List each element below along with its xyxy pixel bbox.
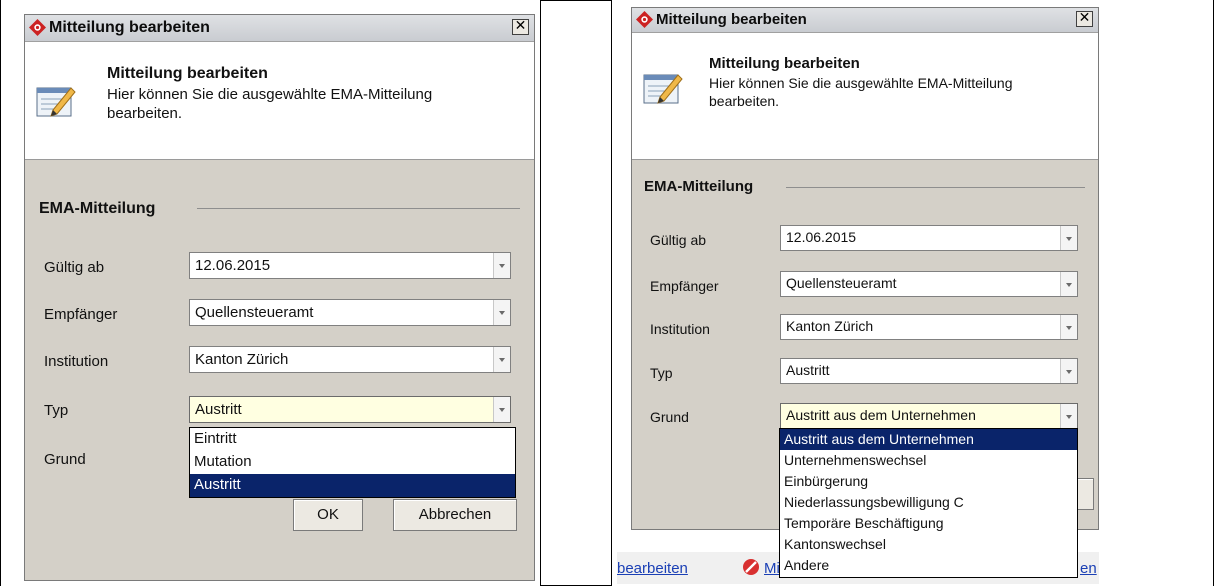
institution-label: Institution: [44, 353, 109, 370]
group-title: EMA-Mitteilung: [644, 178, 754, 195]
gueltig-ab-value: 12.06.2015: [195, 257, 271, 274]
close-icon: ✕: [514, 18, 527, 34]
typ-combo[interactable]: Austritt: [780, 358, 1078, 384]
empfaenger-combo[interactable]: Quellensteueramt: [780, 271, 1078, 297]
close-icon: ✕: [1078, 10, 1091, 26]
app-logo-icon: [29, 19, 46, 36]
header-panel: Mitteilung bearbeiten Hier können Sie di…: [25, 42, 534, 160]
dropdown-option-selected[interactable]: Austritt aus dem Unternehmen: [780, 429, 1077, 450]
dropdown-option[interactable]: Einbürgerung: [780, 471, 1077, 492]
header-description-line2: bearbeiten.: [107, 105, 183, 122]
chevron-down-icon[interactable]: [1060, 315, 1077, 339]
group-divider: [197, 208, 520, 209]
grund-label: Grund: [650, 409, 689, 425]
chevron-down-icon[interactable]: [1060, 226, 1077, 250]
close-button[interactable]: ✕: [512, 19, 529, 35]
institution-combo[interactable]: Kanton Zürich: [189, 346, 511, 373]
dropdown-option[interactable]: Andere: [780, 555, 1077, 576]
dropdown-option[interactable]: Unternehmenswechsel: [780, 450, 1077, 471]
group-divider: [786, 187, 1085, 188]
dropdown-option-selected[interactable]: Austritt: [190, 474, 515, 497]
close-button[interactable]: ✕: [1076, 11, 1093, 27]
edit-document-icon: [36, 87, 76, 117]
header-title: Mitteilung bearbeiten: [107, 65, 268, 82]
typ-value: Austritt: [786, 362, 830, 378]
dropdown-option[interactable]: Temporäre Beschäftigung: [780, 513, 1077, 534]
gueltig-ab-combo[interactable]: 12.06.2015: [780, 225, 1078, 251]
grund-value: Austritt aus dem Unternehmen: [786, 407, 976, 423]
empfaenger-combo[interactable]: Quellensteueramt: [189, 299, 511, 326]
chevron-down-icon[interactable]: [493, 397, 510, 422]
institution-value: Kanton Zürich: [786, 318, 874, 334]
grund-label: Grund: [44, 451, 86, 468]
group-title: EMA-Mitteilung: [39, 200, 156, 217]
gueltig-ab-value: 12.06.2015: [786, 229, 857, 245]
window-title: Mitteilung bearbeiten: [49, 19, 210, 36]
institution-combo[interactable]: Kanton Zürich: [780, 314, 1078, 340]
typ-dropdown-list: Eintritt Mutation Austritt: [189, 427, 516, 498]
gueltig-label: Gültig ab: [44, 259, 105, 276]
chevron-down-icon[interactable]: [1060, 404, 1077, 428]
empfaenger-value: Quellensteueramt: [195, 304, 314, 321]
right-titlebar[interactable]: Mitteilung bearbeiten ✕: [632, 8, 1098, 33]
gueltig-ab-combo[interactable]: 12.06.2015: [189, 252, 511, 279]
empfaenger-value: Quellensteueramt: [786, 275, 897, 291]
empfaenger-label: Empfänger: [44, 306, 118, 323]
edit-document-icon: [643, 74, 683, 104]
chevron-down-icon[interactable]: [493, 347, 510, 372]
background-link-en[interactable]: en: [1080, 560, 1097, 577]
typ-value: Austritt: [195, 401, 242, 418]
header-description-line2: bearbeiten.: [709, 93, 780, 109]
cancel-button[interactable]: Abbrechen: [393, 499, 517, 531]
grund-combo[interactable]: Austritt aus dem Unternehmen: [780, 403, 1078, 429]
chevron-down-icon[interactable]: [493, 253, 510, 278]
dropdown-option[interactable]: Eintritt: [190, 428, 515, 451]
dropdown-option[interactable]: Mutation: [190, 451, 515, 474]
typ-label: Typ: [650, 365, 673, 381]
chevron-down-icon[interactable]: [1060, 272, 1077, 296]
typ-label: Typ: [44, 402, 69, 419]
blocked-icon: [743, 559, 759, 575]
background-link-bearbeiten[interactable]: bearbeiten: [617, 560, 688, 577]
dropdown-option[interactable]: Niederlassungsbewilligung C: [780, 492, 1077, 513]
chevron-down-icon[interactable]: [1060, 359, 1077, 383]
app-logo-icon: [636, 11, 653, 28]
typ-combo[interactable]: Austritt: [189, 396, 511, 423]
header-title: Mitteilung bearbeiten: [709, 55, 860, 72]
grund-dropdown-list: Austritt aus dem Unternehmen Unternehmen…: [779, 428, 1078, 578]
header-description-line1: Hier können Sie die ausgewählte EMA-Mitt…: [709, 75, 1013, 91]
background-link-mi[interactable]: Mi: [764, 560, 780, 577]
institution-value: Kanton Zürich: [195, 351, 289, 368]
ok-button[interactable]: OK: [293, 499, 363, 531]
institution-label: Institution: [650, 321, 710, 337]
header-panel: Mitteilung bearbeiten Hier können Sie di…: [632, 33, 1098, 160]
chevron-down-icon[interactable]: [493, 300, 510, 325]
gueltig-label: Gültig ab: [650, 232, 707, 248]
left-dialog: Mitteilung bearbeiten ✕ Mitteilung bearb…: [24, 14, 535, 581]
empfaenger-label: Empfänger: [650, 278, 719, 294]
window-title: Mitteilung bearbeiten: [656, 11, 807, 28]
header-description-line1: Hier können Sie die ausgewählte EMA-Mitt…: [107, 86, 433, 103]
dropdown-option[interactable]: Kantonswechsel: [780, 534, 1077, 555]
left-titlebar[interactable]: Mitteilung bearbeiten ✕: [25, 15, 534, 42]
